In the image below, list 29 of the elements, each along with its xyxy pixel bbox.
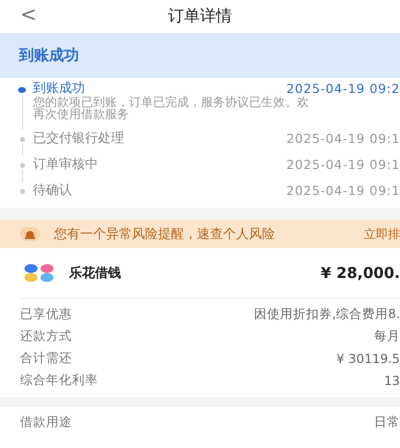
status-title: 到账成功 [19,46,79,65]
product-name: 乐花借钱 [69,264,122,282]
step-title: 已交付银行处理 [33,130,124,147]
step-time: 2025-04-19 09:2 [286,80,400,96]
detail-value: ¥ 30119.5 [336,350,400,366]
risk-message: 您有一个异常风险提醒，速查个人风险 [54,226,276,243]
alarm-icon [20,227,40,241]
detail-label: 综合年化利率 [20,372,98,388]
step-description: 再次使用借款服务 [33,108,129,120]
app-logo-icon [24,264,54,282]
step-time: 2025-04-19 09:1 [286,182,400,198]
step-time: 2025-04-19 09:1 [286,156,400,172]
detail-value: 13 [384,372,400,388]
step-description: 您的款项已到账，订单已完成，服务协议已生效。欢 [33,96,310,108]
step-time: 2025-04-19 09:1 [286,130,400,146]
step-title: 到账成功 [33,80,85,96]
detail-label: 借款用途 [20,414,72,430]
detail-value: 日常 [374,414,400,430]
detail-label: 还款方式 [20,328,72,344]
back-button[interactable]: < [20,2,37,26]
check-link[interactable]: 立即排 [364,226,400,242]
detail-value: 因使用折扣券,综合费用8. [254,306,400,322]
step-title: 订单审核中 [33,156,98,173]
detail-value: 每月 [374,328,400,344]
step-title: 待确认 [33,182,72,199]
detail-label: 合计需还 [20,350,72,366]
loan-amount: ¥ 28,000. [320,264,400,282]
detail-label: 已享优惠 [20,306,72,322]
page-title: 订单详情 [168,6,232,27]
